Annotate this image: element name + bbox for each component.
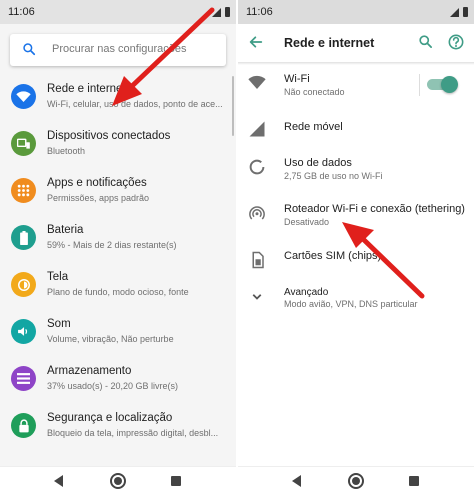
status-bar: 11:06 — [238, 0, 474, 24]
navigation-bar — [0, 466, 236, 496]
toolbar-shadow — [238, 62, 474, 65]
nav-home-icon[interactable] — [110, 473, 126, 489]
settings-item-network[interactable]: Rede e internet Wi-Fi, celular, uso de d… — [0, 76, 236, 122]
search-placeholder: Procurar nas configurações — [52, 43, 187, 55]
item-title: Segurança e localização — [47, 412, 173, 424]
network-settings-screen: 11:06 Rede e internet Wi-Fi Não conectad… — [238, 0, 474, 496]
signal-icon — [249, 121, 265, 137]
chevron-down-icon — [252, 294, 262, 300]
back-arrow-icon[interactable] — [248, 34, 264, 50]
status-bar: 11:06 — [0, 0, 236, 24]
devices-icon — [11, 131, 36, 156]
network-item-wifi[interactable]: Wi-Fi Não conectado — [238, 66, 474, 108]
settings-item-apps[interactable]: Apps e notificações Permissões, apps pad… — [0, 170, 236, 216]
item-subtitle: Volume, vibração, Não perturbe — [47, 334, 174, 344]
app-toolbar: Rede e internet — [238, 24, 474, 62]
item-subtitle: 2,75 GB de uso no Wi-Fi — [284, 171, 383, 181]
nav-recents-icon[interactable] — [171, 476, 181, 486]
settings-item-display[interactable]: Tela Plano de fundo, modo ocioso, fonte — [0, 264, 236, 310]
wifi-icon — [248, 75, 266, 89]
item-subtitle: 59% - Mais de 2 dias restante(s) — [47, 240, 177, 250]
item-title: Wi-Fi — [284, 73, 310, 85]
settings-item-sound[interactable]: Som Volume, vibração, Não perturbe — [0, 311, 236, 357]
settings-item-battery[interactable]: Bateria 59% - Mais de 2 dias restante(s) — [0, 217, 236, 263]
item-title: Apps e notificações — [47, 177, 147, 189]
item-subtitle: Modo avião, VPN, DNS particular — [284, 299, 418, 309]
lock-icon — [11, 413, 36, 438]
network-item-advanced[interactable]: Avançado Modo avião, VPN, DNS particular — [238, 280, 474, 322]
sound-icon — [11, 319, 36, 344]
search-bar[interactable]: Procurar nas configurações — [10, 34, 226, 66]
item-subtitle: Bluetooth — [47, 146, 86, 156]
settings-item-security[interactable]: Segurança e localização Bloqueio da tela… — [0, 405, 236, 451]
item-title: Rede e internet — [47, 83, 126, 95]
nav-home-icon[interactable] — [348, 473, 364, 489]
item-subtitle: Wi-Fi, celular, uso de dados, ponto de a… — [47, 99, 223, 109]
item-subtitle: Bloqueio da tela, impressão digital, des… — [47, 428, 219, 438]
item-title: Armazenamento — [47, 365, 132, 377]
nav-recents-icon[interactable] — [409, 476, 419, 486]
item-title: Avançado — [284, 287, 329, 298]
item-title: Roteador Wi-Fi e conexão (tethering) — [284, 203, 465, 215]
status-time: 11:06 — [246, 6, 273, 18]
storage-icon — [11, 366, 36, 391]
network-item-tethering[interactable]: Roteador Wi-Fi e conexão (tethering) Des… — [238, 196, 474, 238]
data-usage-icon — [249, 159, 265, 175]
signal-icon — [450, 7, 459, 17]
item-subtitle: 37% usado(s) - 20,20 GB livre(s) — [47, 381, 179, 391]
display-icon — [11, 272, 36, 297]
item-subtitle: Plano de fundo, modo ocioso, fonte — [47, 287, 189, 297]
scrollbar[interactable] — [232, 76, 234, 136]
battery-icon — [11, 225, 36, 250]
battery-icon — [463, 7, 468, 17]
help-icon[interactable] — [448, 34, 464, 50]
item-title: Rede móvel — [284, 121, 343, 133]
navigation-bar — [238, 466, 474, 496]
hotspot-icon — [249, 206, 265, 220]
item-subtitle: Permissões, apps padrão — [47, 193, 150, 203]
nav-back-icon[interactable] — [54, 475, 63, 487]
page-title: Rede e internet — [284, 36, 375, 50]
wifi-icon — [11, 84, 36, 109]
search-icon[interactable] — [418, 34, 433, 49]
item-title: Tela — [47, 271, 69, 283]
settings-item-storage[interactable]: Armazenamento 37% usado(s) - 20,20 GB li… — [0, 358, 236, 404]
item-title: Bateria — [47, 224, 84, 236]
apps-icon — [11, 178, 36, 203]
item-title: Som — [47, 318, 71, 330]
network-item-sim-cards[interactable]: Cartões SIM (chips) — [238, 243, 474, 285]
nav-back-icon[interactable] — [292, 475, 301, 487]
signal-icon — [212, 7, 221, 17]
network-item-data-usage[interactable]: Uso de dados 2,75 GB de uso no Wi-Fi — [238, 150, 474, 192]
sim-card-icon — [252, 251, 264, 269]
battery-icon — [225, 7, 230, 17]
settings-screen: 11:06 Procurar nas configurações Rede e … — [0, 0, 236, 496]
settings-item-connected-devices[interactable]: Dispositivos conectados Bluetooth — [0, 123, 236, 169]
item-title: Dispositivos conectados — [47, 130, 171, 142]
item-subtitle: Desativado — [284, 217, 330, 227]
item-subtitle: Não conectado — [284, 87, 345, 97]
wifi-toggle[interactable] — [425, 75, 459, 93]
item-title: Uso de dados — [284, 157, 352, 169]
status-time: 11:06 — [8, 6, 35, 18]
item-title: Cartões SIM (chips) — [284, 250, 382, 262]
toggle-divider — [419, 74, 420, 96]
network-item-mobile[interactable]: Rede móvel — [238, 112, 474, 154]
search-icon — [23, 43, 36, 56]
